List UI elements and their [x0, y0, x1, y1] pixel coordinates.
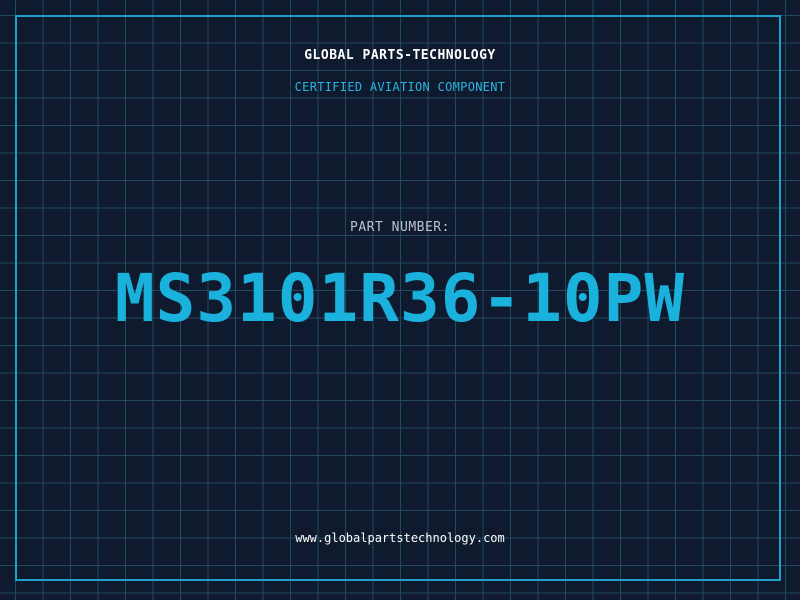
part-number-label: PART NUMBER: [350, 220, 450, 235]
part-number-value: MS3101R36-10PW [114, 260, 686, 337]
company-name: GLOBAL PARTS-TECHNOLOGY [304, 48, 496, 63]
tagline: CERTIFIED AVIATION COMPONENT [294, 80, 506, 94]
website-url: www.globalpartstechnology.com [295, 531, 505, 545]
